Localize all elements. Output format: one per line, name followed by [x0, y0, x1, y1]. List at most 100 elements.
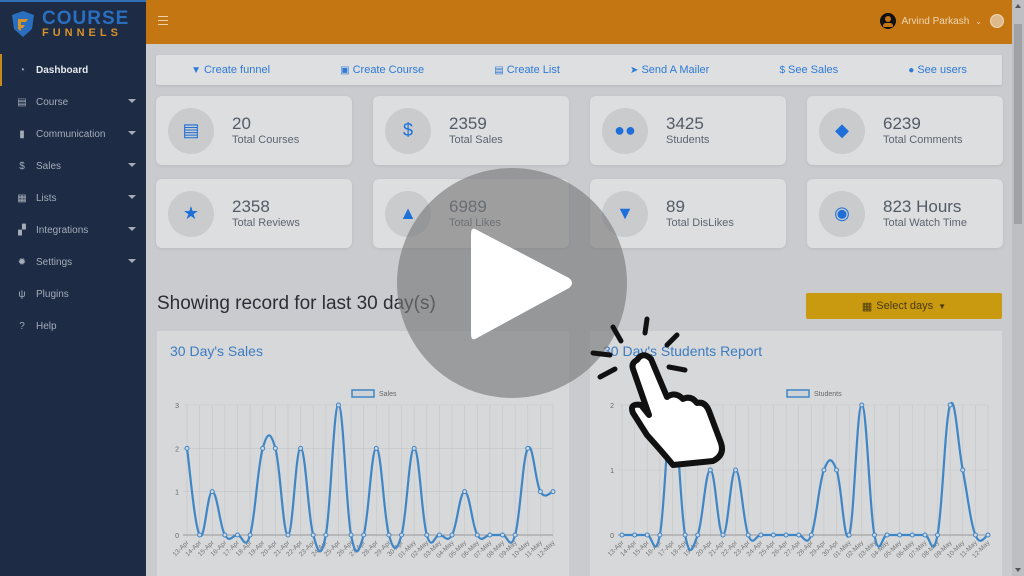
stat-label: Total Reviews	[232, 217, 300, 229]
hand-dollar-icon: $	[779, 64, 785, 76]
link-label: See users	[917, 64, 967, 76]
data-point	[808, 532, 814, 538]
sidebar-item-help[interactable]: ? Help	[0, 310, 146, 342]
send-mailer-link[interactable]: ➤ Send A Mailer	[630, 64, 709, 76]
book-icon: ▤	[17, 96, 27, 108]
data-point	[682, 532, 688, 538]
section-heading: Showing record for last 30 day(s)	[157, 293, 436, 314]
user-name: Arvind Parkash	[901, 15, 970, 27]
data-point	[720, 532, 726, 538]
series-line-sales	[185, 403, 554, 553]
sidebar-item-course[interactable]: ▤ Course	[0, 86, 146, 118]
scrollbar[interactable]	[1012, 0, 1024, 576]
data-point	[947, 402, 953, 408]
comments-icon: ◆	[819, 107, 865, 154]
sidebar-item-plugins[interactable]: ψ Plugins	[0, 278, 146, 310]
data-point	[234, 532, 240, 538]
data-point	[197, 532, 203, 538]
clipboard-icon: ▤	[494, 64, 504, 76]
hamburger-menu-icon[interactable]	[158, 16, 168, 25]
sidebar-item-settings[interactable]: ✹ Settings	[0, 246, 146, 278]
create-course-link[interactable]: ▣ Create Course	[340, 64, 424, 76]
logo-text-funnels: FUNNELS	[42, 27, 122, 39]
data-point	[260, 445, 266, 451]
funnel-icon: ▼	[191, 64, 201, 76]
chevron-down-icon: ⌄	[975, 16, 982, 26]
data-point	[348, 532, 354, 538]
stat-card-watch-time: ◉ 823 Hours Total Watch Time	[807, 179, 1003, 248]
scrollbar-thumb[interactable]	[1014, 24, 1022, 224]
user-menu[interactable]: Arvind Parkash ⌄	[880, 13, 982, 29]
data-point	[500, 532, 506, 538]
stat-label: Total Comments	[883, 134, 963, 146]
scroll-down-arrow-icon[interactable]	[1015, 568, 1021, 572]
y-tick-label: 2	[175, 446, 179, 453]
caret-down-icon	[128, 99, 136, 103]
stat-value: 823 Hours	[883, 197, 962, 216]
data-point	[972, 532, 978, 538]
comment-icon: ▮	[19, 128, 25, 140]
globe-icon[interactable]	[990, 14, 1004, 28]
scroll-up-arrow-icon[interactable]	[1015, 4, 1021, 8]
sidebar-item-lists[interactable]: ▦ Lists	[0, 182, 146, 214]
clipboard-icon: ▦	[17, 192, 27, 204]
caret-down-icon	[128, 227, 136, 231]
create-list-link[interactable]: ▤ Create List	[494, 64, 560, 76]
sidebar-item-label: Settings	[36, 256, 73, 268]
sidebar-item-label: Lists	[36, 192, 57, 204]
stat-label: Total Watch Time	[883, 217, 967, 229]
data-point	[871, 532, 877, 538]
stat-label: Students	[666, 134, 710, 146]
data-point	[462, 489, 468, 495]
users-icon: ●	[908, 64, 915, 76]
sidebar-item-integrations[interactable]: ▞ Integrations	[0, 214, 146, 246]
select-days-button[interactable]: ▦ Select days ▼	[806, 293, 1002, 319]
book-icon: ▤	[168, 107, 214, 154]
create-funnel-link[interactable]: ▼ Create funnel	[191, 64, 270, 76]
legend-label: Students	[814, 391, 842, 398]
link-label: Create Course	[352, 64, 425, 76]
data-point	[399, 532, 405, 538]
data-point	[859, 402, 865, 408]
y-tick-label: 1	[175, 490, 179, 497]
sidebar-item-label: Communication	[36, 128, 106, 140]
see-users-link[interactable]: ● See users	[908, 64, 967, 76]
sidebar-item-label: Plugins	[36, 288, 69, 300]
link-label: Send A Mailer	[641, 64, 710, 76]
puzzle-icon: ▞	[18, 224, 26, 236]
y-tick-label: 3	[175, 403, 179, 410]
data-point	[323, 532, 329, 538]
link-label: See Sales	[788, 64, 839, 76]
stat-card-sales: $2359 Total Sales	[373, 96, 569, 165]
sidebar-item-label: Course	[36, 96, 69, 108]
logo[interactable]: COURSE FUNNELS	[0, 0, 146, 46]
sidebar-item-sales[interactable]: $ Sales	[0, 150, 146, 182]
see-sales-link[interactable]: $ See Sales	[779, 64, 838, 76]
data-point	[184, 445, 190, 451]
data-point	[512, 532, 518, 538]
link-label: Create funnel	[203, 64, 271, 76]
sidebar-item-label: Dashboard	[36, 64, 89, 76]
sidebar: COURSE FUNNELS ◔ Dashboard ▤ Course ▮ Commu…	[0, 0, 146, 576]
data-point	[783, 532, 789, 538]
data-point	[821, 467, 827, 473]
sidebar-item-communication[interactable]: ▮ Communication	[0, 118, 146, 150]
stat-value: 89	[666, 197, 685, 216]
sidebar-item-dashboard[interactable]: ◔ Dashboard	[0, 54, 146, 86]
data-point	[619, 532, 625, 538]
help-icon: ?	[19, 320, 25, 332]
y-tick-label: 0	[175, 533, 179, 540]
select-days-label: Select days	[876, 300, 934, 312]
data-point	[657, 532, 663, 538]
data-point	[335, 402, 341, 408]
data-point	[909, 532, 915, 538]
stat-value: 3425	[666, 114, 704, 133]
stat-value: 20	[232, 114, 251, 133]
data-point	[935, 532, 941, 538]
stat-value: 2358	[232, 197, 270, 216]
caret-down-icon	[128, 195, 136, 199]
data-point	[411, 445, 417, 451]
stat-card-reviews: ★ 2358 Total Reviews	[156, 179, 352, 248]
data-point	[985, 532, 991, 538]
paper-plane-icon: ➤	[630, 64, 639, 76]
